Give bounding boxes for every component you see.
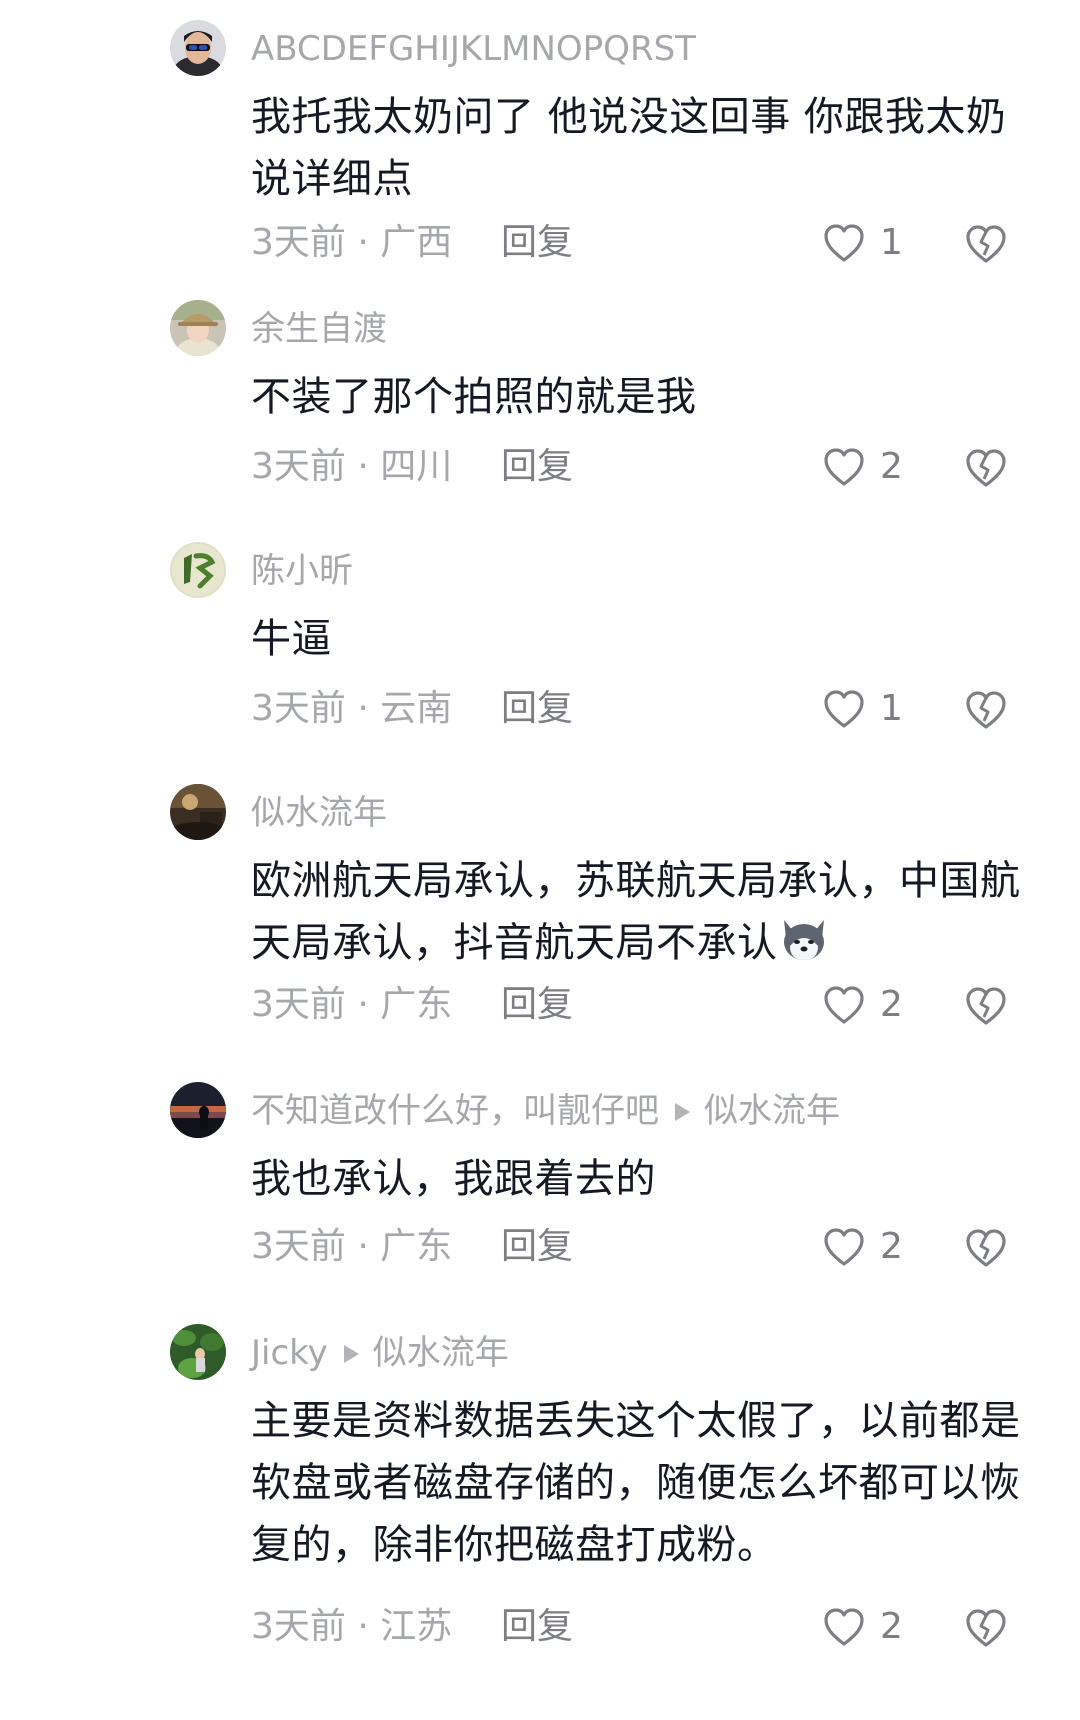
comment-meta: 3天前 · 广东 回复: [251, 1222, 573, 1272]
reply-button[interactable]: 回复: [501, 218, 573, 268]
heart-icon: [824, 986, 864, 1024]
time-location: 3天前 · 四川: [251, 446, 453, 487]
username[interactable]: ABCDEFGHIJKLMNOPQRST: [251, 29, 696, 69]
broken-heart-icon: [966, 225, 1006, 263]
avatar[interactable]: [170, 300, 226, 356]
like-count: 1: [880, 688, 903, 729]
dislike-button[interactable]: [964, 221, 1008, 265]
comment-text: 欧洲航天局承认，苏联航天局承认，中国航天局承认，抖音航天局不承认: [251, 850, 1041, 974]
comment-header: Jicky 似水流年: [251, 1330, 509, 1376]
heart-icon: [824, 448, 864, 486]
comment-list: ABCDEFGHIJKLMNOPQRST 我托我太奶问了 他说没这回事 你跟我太…: [0, 0, 1080, 1720]
comment-text: 我也承认，我跟着去的: [251, 1156, 656, 1202]
comment-header: 似水流年: [251, 790, 387, 836]
broken-heart-icon: [966, 1609, 1006, 1647]
heart-icon: [824, 1608, 864, 1646]
comment-header: 不知道改什么好，叫靓仔吧 似水流年: [251, 1088, 840, 1134]
dislike-button[interactable]: [964, 687, 1008, 731]
like-count: 2: [880, 446, 903, 487]
username[interactable]: 陈小昕: [251, 551, 353, 591]
reply-button[interactable]: 回复: [501, 1222, 573, 1272]
like-count: 2: [880, 984, 903, 1025]
broken-heart-icon: [966, 1229, 1006, 1267]
reply-arrow-icon: [343, 1345, 359, 1363]
time-location: 3天前 · 广东: [251, 984, 453, 1025]
reply-button[interactable]: 回复: [501, 980, 573, 1030]
dislike-button[interactable]: [964, 1605, 1008, 1649]
avatar[interactable]: [170, 784, 226, 840]
time-location: 3天前 · 江苏: [251, 1606, 453, 1647]
username[interactable]: 不知道改什么好，叫靓仔吧: [251, 1091, 659, 1131]
username[interactable]: Jicky: [251, 1333, 328, 1373]
username[interactable]: 余生自渡: [251, 309, 387, 349]
comment-header: 余生自渡: [251, 306, 387, 352]
comment-text: 我托我太奶问了 他说没这回事 你跟我太奶说详细点: [251, 94, 1007, 202]
heart-icon: [824, 1228, 864, 1266]
broken-heart-icon: [966, 987, 1006, 1025]
reply-to-username[interactable]: 似水流年: [704, 1091, 840, 1131]
avatar[interactable]: [170, 1324, 226, 1380]
husky-emoji-icon: [778, 912, 830, 964]
username[interactable]: 似水流年: [251, 793, 387, 833]
comment-meta: 3天前 · 云南 回复: [251, 684, 573, 734]
reply-button[interactable]: 回复: [501, 684, 573, 734]
comment-meta: 3天前 · 江苏 回复: [251, 1602, 573, 1652]
like-count: 2: [880, 1226, 903, 1267]
like-count: 2: [880, 1606, 903, 1647]
dislike-button[interactable]: [964, 445, 1008, 489]
heart-icon: [824, 224, 864, 262]
reply-to-username[interactable]: 似水流年: [373, 1333, 509, 1373]
comment-meta: 3天前 · 广东 回复: [251, 980, 573, 1030]
comment-meta: 3天前 · 四川 回复: [251, 442, 573, 492]
broken-heart-icon: [966, 691, 1006, 729]
time-location: 3天前 · 广西: [251, 222, 453, 263]
broken-heart-icon: [966, 449, 1006, 487]
dislike-button[interactable]: [964, 983, 1008, 1027]
avatar[interactable]: [170, 542, 226, 598]
time-location: 3天前 · 云南: [251, 688, 453, 729]
dislike-button[interactable]: [964, 1225, 1008, 1269]
comment-text: 不装了那个拍照的就是我: [251, 374, 697, 420]
reply-arrow-icon: [675, 1103, 690, 1121]
reply-button[interactable]: 回复: [501, 1602, 573, 1652]
avatar[interactable]: [170, 20, 226, 76]
comment-text: 主要是资料数据丢失这个太假了，以前都是软盘或者磁盘存储的，随便怎么坏都可以恢复的…: [251, 1398, 1021, 1568]
heart-icon: [824, 690, 864, 728]
reply-button[interactable]: 回复: [501, 442, 573, 492]
time-location: 3天前 · 广东: [251, 1226, 453, 1267]
like-count: 1: [880, 222, 903, 263]
avatar[interactable]: [170, 1082, 226, 1138]
comment-text: 牛逼: [251, 616, 332, 662]
comment-meta: 3天前 · 广西 回复: [251, 218, 573, 268]
comment-text-content: 欧洲航天局承认，苏联航天局承认，中国航天局承认，抖音航天局不承认: [251, 858, 1021, 966]
comment-header: 陈小昕: [251, 548, 353, 594]
comment-header: ABCDEFGHIJKLMNOPQRST: [251, 26, 696, 72]
